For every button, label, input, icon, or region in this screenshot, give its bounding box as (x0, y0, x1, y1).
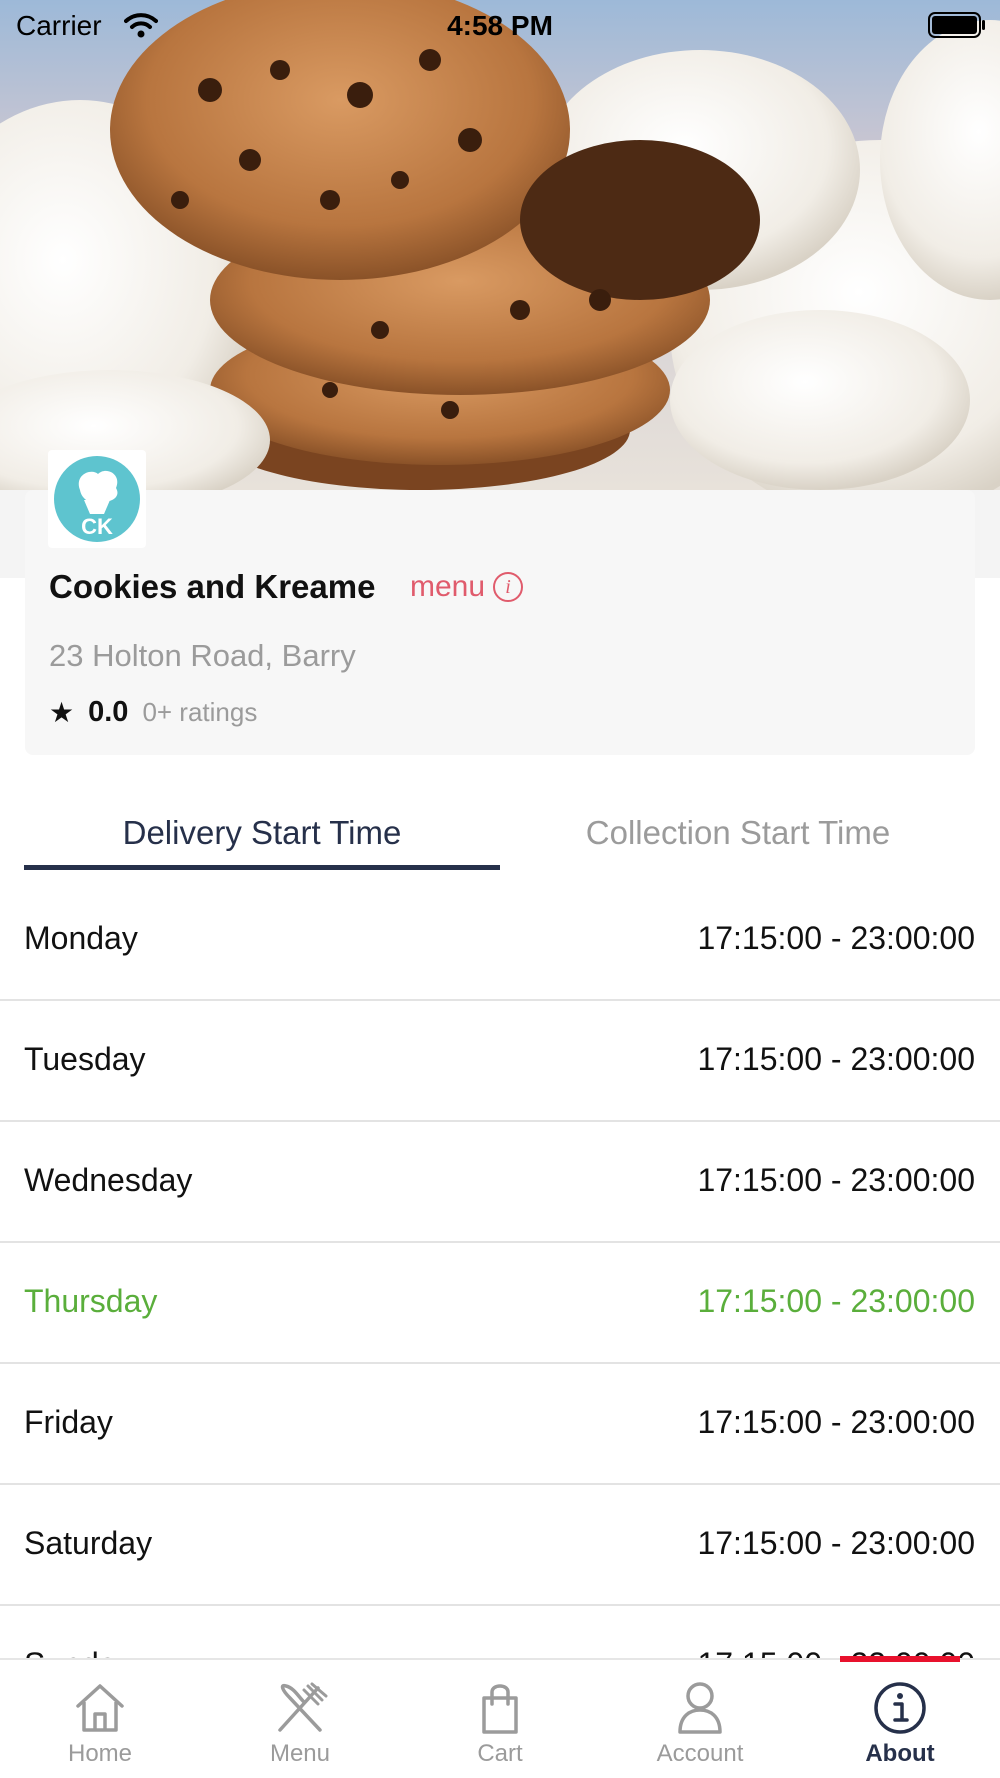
hours-row-thursday: Thursday 17:15:00 - 23:00:00 (0, 1243, 1000, 1364)
star-icon: ★ (49, 697, 75, 728)
tab-label: Account (656, 1740, 744, 1767)
user-icon (678, 1682, 722, 1734)
store-address: 23 Holton Road, Barry (49, 638, 356, 673)
tab-about[interactable]: About (800, 1660, 1000, 1778)
hours-row-saturday: Saturday 17:15:00 - 23:00:00 (0, 1485, 1000, 1606)
hours-row-wednesday: Wednesday 17:15:00 - 23:00:00 (0, 1122, 1000, 1243)
info-icon (874, 1682, 926, 1734)
store-rating: ★ 0.0 0+ ratings (49, 696, 257, 729)
battery-icon (928, 12, 986, 38)
rating-value: 0.0 (88, 696, 129, 728)
tab-label: Delivery Start Time (122, 814, 402, 851)
store-name: Cookies and Kreame (49, 568, 376, 605)
tab-label: Collection Start Time (585, 814, 891, 851)
day-label: Monday (24, 920, 138, 956)
time-range: 17:15:00 - 23:00:00 (697, 1404, 975, 1440)
tab-active-indicator (24, 865, 500, 870)
day-label: Thursday (24, 1283, 158, 1319)
hero-banner-image (0, 0, 1000, 490)
hours-row-monday: Monday 17:15:00 - 23:00:00 (0, 880, 1000, 1001)
fork-knife-icon (278, 1682, 328, 1732)
opening-hours-list: Monday 17:15:00 - 23:00:00 Tuesday 17:15… (0, 880, 1000, 1727)
tab-label: Home (67, 1740, 133, 1767)
menu-info-link[interactable]: menu i (410, 570, 524, 604)
tab-cart[interactable]: Cart (400, 1660, 600, 1778)
day-label: Wednesday (24, 1162, 193, 1198)
info-circle-icon: i (493, 572, 524, 602)
tab-account[interactable]: Account (600, 1660, 800, 1778)
time-range: 17:15:00 - 23:00:00 (697, 1162, 975, 1198)
status-bar: Carrier 4:58 PM (0, 0, 1000, 52)
hours-row-tuesday: Tuesday 17:15:00 - 23:00:00 (0, 1001, 1000, 1122)
menu-link-label: menu (410, 570, 486, 603)
tab-menu[interactable]: Menu (200, 1660, 400, 1778)
bottom-tab-bar: Home Menu Cart Account About (0, 1656, 1000, 1778)
store-logo: CK (48, 450, 146, 548)
svg-text:CK: CK (81, 514, 113, 539)
day-label: Friday (24, 1404, 113, 1440)
store-info-card: CK Cookies and Kreame menu i 23 Holton R… (25, 450, 975, 755)
time-range: 17:15:00 - 23:00:00 (697, 1041, 975, 1077)
day-label: Tuesday (24, 1041, 146, 1077)
tab-label: Menu (269, 1740, 331, 1767)
time-tabs: Delivery Start Time Collection Start Tim… (24, 800, 976, 870)
time-range: 17:15:00 - 23:00:00 (697, 1525, 975, 1561)
time-range: 17:15:00 - 23:00:00 (697, 920, 975, 956)
tab-delivery-start-time[interactable]: Delivery Start Time (24, 800, 500, 870)
day-label: Saturday (24, 1525, 153, 1561)
tab-home[interactable]: Home (0, 1660, 200, 1778)
rating-count: 0+ ratings (142, 697, 258, 727)
tab-collection-start-time[interactable]: Collection Start Time (500, 800, 976, 870)
tab-label: About (865, 1740, 935, 1767)
status-time: 4:58 PM (447, 10, 553, 41)
hours-row-friday: Friday 17:15:00 - 23:00:00 (0, 1364, 1000, 1485)
tab-label: Cart (477, 1740, 523, 1767)
time-range: 17:15:00 - 23:00:00 (697, 1283, 975, 1319)
home-icon (76, 1684, 124, 1732)
shopping-bag-icon (482, 1684, 518, 1734)
